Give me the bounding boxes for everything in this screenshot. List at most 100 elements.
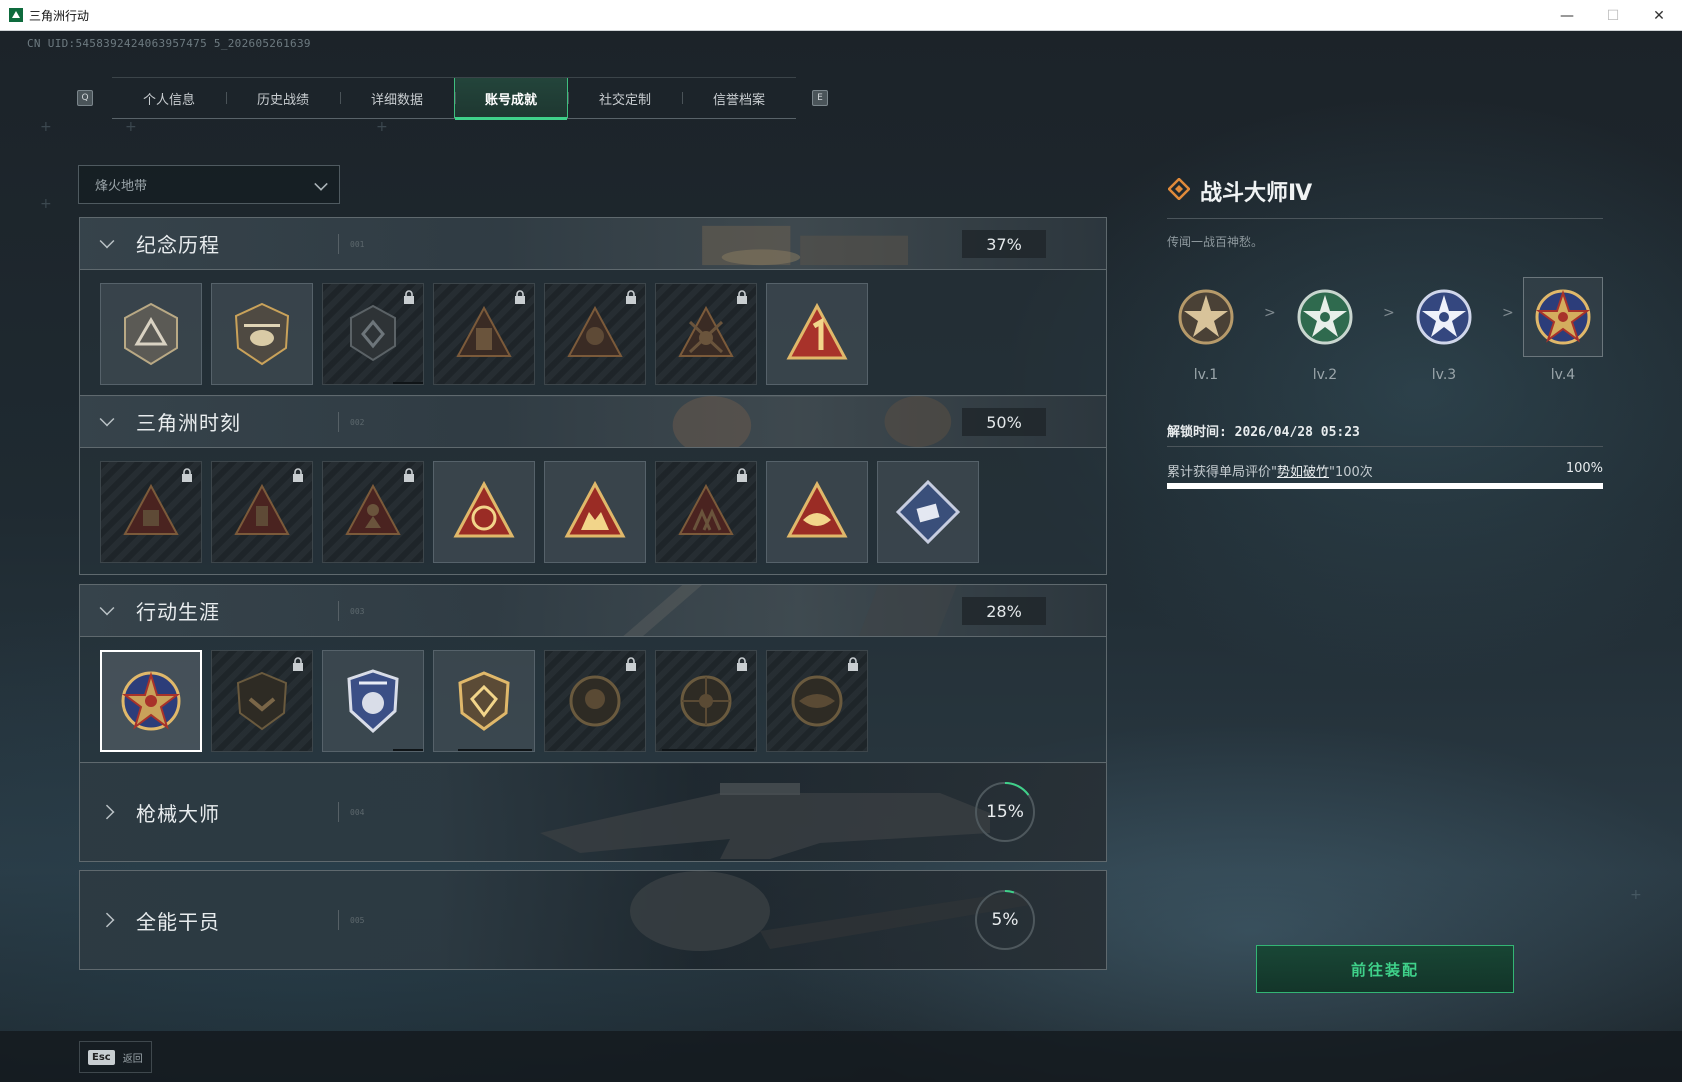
section-percent: 28%: [962, 597, 1046, 625]
achievement-badge[interactable]: [766, 461, 868, 563]
tab-match-history[interactable]: 历史战绩: [226, 78, 340, 118]
section-banner-art: [540, 783, 990, 859]
tab-achievements[interactable]: 账号成就: [454, 78, 568, 120]
level-badge-3[interactable]: [1404, 277, 1484, 357]
section-title: 行动生涯: [136, 600, 220, 624]
level-badge-1[interactable]: [1166, 277, 1246, 357]
achievement-badge-locked[interactable]: [322, 283, 424, 385]
divider: [338, 601, 339, 621]
tab-personal-info[interactable]: 个人信息: [112, 78, 226, 118]
level-label: lv.2: [1312, 367, 1338, 383]
green-star-badge-icon: [1297, 289, 1353, 345]
section-header[interactable]: 全能干员 005 5%: [80, 871, 1106, 969]
minimize-button[interactable]: —: [1544, 0, 1590, 31]
tab-credit-record[interactable]: 信誉档案: [682, 78, 796, 118]
achievement-badge[interactable]: [100, 283, 202, 385]
tab-next-key[interactable]: E: [812, 90, 828, 106]
geo-globe-emblem-icon: [453, 480, 515, 538]
section-header[interactable]: 枪械大师 004 15%: [80, 763, 1106, 861]
requirement-prefix: 累计获得单局评价": [1167, 465, 1277, 480]
section-delta-moments: 三角洲时刻 002 50%: [79, 395, 1107, 575]
lock-icon: [293, 468, 303, 482]
bottom-bar: [0, 1031, 1682, 1082]
tab-prev-key[interactable]: Q: [77, 90, 93, 106]
badge-progress-bar: [393, 382, 423, 384]
bronze-star-badge-icon: [1178, 289, 1234, 345]
unlock-time-value: 2026/04/28 05:23: [1234, 425, 1360, 440]
section-code: 005: [350, 916, 365, 925]
lock-icon: [182, 468, 192, 482]
section-memorial: 纪念历程 001 37%: [79, 217, 1107, 397]
vest-emblem-icon: [234, 483, 290, 535]
achievement-badge-locked[interactable]: [211, 650, 313, 752]
maximize-button[interactable]: ☐: [1590, 0, 1636, 31]
achievement-badge-locked[interactable]: [211, 461, 313, 563]
section-title: 全能干员: [136, 909, 220, 934]
tab-detailed-data[interactable]: 详细数据: [340, 78, 454, 118]
lock-icon: [515, 290, 525, 304]
number-one-emblem-icon: [786, 302, 848, 360]
go-equip-button[interactable]: 前往装配: [1256, 945, 1514, 993]
section-weapon-master: 枪械大师 004 15%: [79, 762, 1107, 862]
achievement-badge-locked[interactable]: [655, 461, 757, 563]
section-percent: 5%: [991, 910, 1019, 930]
section-percent: 37%: [962, 230, 1046, 258]
achievement-badge-locked[interactable]: [544, 283, 646, 385]
level-arrow: >: [1264, 305, 1276, 321]
level-label: lv.4: [1550, 367, 1576, 383]
section-header[interactable]: 纪念历程 001 37%: [80, 218, 1106, 270]
chevron-right-icon: [99, 912, 115, 928]
achievement-badge[interactable]: [322, 650, 424, 752]
section-percent: 50%: [962, 408, 1046, 436]
triangle-shield-emblem-icon: [124, 302, 178, 366]
police-shield-emblem-icon: [347, 669, 399, 734]
achievement-badge[interactable]: [766, 283, 868, 385]
hex-shield-emblem-icon: [350, 304, 396, 362]
divider: [1167, 218, 1603, 219]
requirement-suffix: "100次: [1329, 465, 1373, 480]
divider: [1167, 446, 1603, 447]
gem-shield-emblem-icon: [458, 671, 510, 731]
section-progress-ring: 5%: [974, 889, 1036, 951]
chevron-right-icon: [99, 804, 115, 820]
achievement-badge-locked[interactable]: [100, 461, 202, 563]
section-code: 001: [350, 240, 365, 249]
lock-icon: [404, 290, 414, 304]
achievement-badge-locked[interactable]: [766, 650, 868, 752]
section-title: 枪械大师: [136, 801, 220, 826]
achievement-badge[interactable]: [433, 461, 535, 563]
achievement-badge[interactable]: [877, 461, 979, 563]
decor-crosshair: +: [376, 119, 388, 135]
tower-emblem-icon: [456, 305, 512, 357]
achievement-badge-selected[interactable]: [100, 650, 202, 752]
section-operation-career: 行动生涯 003 28%: [79, 584, 1107, 764]
tab-social-custom[interactable]: 社交定制: [568, 78, 682, 118]
teamwork-emblem-icon: [564, 480, 626, 538]
app-logo-icon: [9, 8, 23, 22]
achievement-badge-locked[interactable]: [544, 650, 646, 752]
chevron-down-icon: [99, 233, 115, 248]
close-button[interactable]: ✕: [1636, 0, 1682, 31]
level-badge-4-selected[interactable]: [1523, 277, 1603, 357]
section-progress-ring: 15%: [974, 781, 1036, 843]
divider: [338, 802, 339, 822]
achievement-badge-locked[interactable]: [322, 461, 424, 563]
mode-dropdown[interactable]: 烽火地带: [78, 165, 340, 204]
section-title: 三角洲时刻: [136, 411, 241, 435]
achievement-badge[interactable]: [544, 461, 646, 563]
achievement-badge-locked[interactable]: [655, 650, 757, 752]
game-screen: CN UID:5458392424063957475 5_20260526163…: [0, 31, 1682, 1082]
achievement-badge-locked[interactable]: [433, 283, 535, 385]
divider: [338, 412, 339, 432]
level-badge-2[interactable]: [1285, 277, 1365, 357]
back-button[interactable]: Esc 返回: [79, 1041, 152, 1073]
requirement-link[interactable]: 势如破竹: [1277, 465, 1329, 480]
achievement-badge[interactable]: [211, 283, 313, 385]
section-header[interactable]: 行动生涯 003 28%: [80, 585, 1106, 637]
section-banner-art: [702, 225, 909, 266]
section-header[interactable]: 三角洲时刻 002 50%: [80, 396, 1106, 448]
achievement-badge[interactable]: [433, 650, 535, 752]
level-label: lv.3: [1431, 367, 1457, 383]
section-percent: 15%: [986, 802, 1024, 822]
achievement-badge-locked[interactable]: [655, 283, 757, 385]
